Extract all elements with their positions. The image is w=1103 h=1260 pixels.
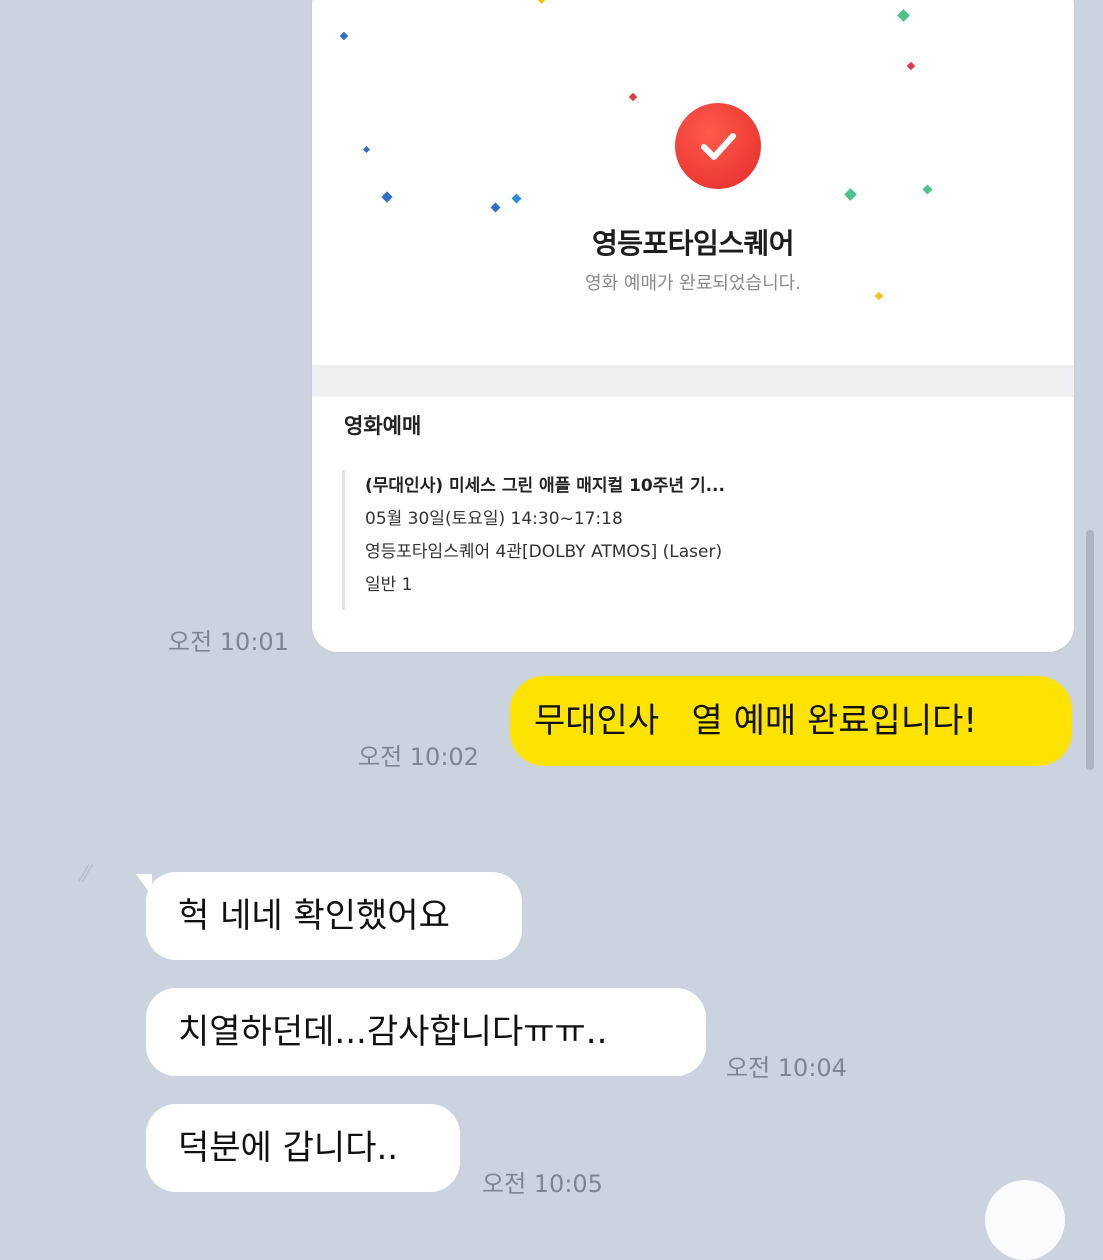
check-circle-icon bbox=[675, 103, 761, 189]
screen-info: 영등포타임스퀘어 4관[DOLBY ATMOS] (Laser) bbox=[365, 542, 723, 562]
show-datetime: 05월 30일(토요일) 14:30~17:18 bbox=[365, 509, 623, 529]
other-message-bubble[interactable]: 헉 네네 확인했어요 bbox=[146, 872, 522, 960]
message-timestamp: 오전 10:02 bbox=[358, 743, 479, 771]
confetti-icon bbox=[362, 145, 371, 154]
message-timestamp: 오전 10:04 bbox=[726, 1054, 847, 1082]
scroll-down-button[interactable] bbox=[985, 1180, 1065, 1260]
confetti-icon bbox=[535, 0, 548, 4]
confetti-icon bbox=[511, 193, 522, 204]
confetti-icon bbox=[490, 202, 501, 213]
confetti-icon bbox=[906, 61, 916, 71]
booking-confirmation-card[interactable]: 영등포타임스퀘어 영화 예매가 완료되었습니다. 영화예매 (무대인사) 미세스… bbox=[312, 0, 1074, 652]
confetti-icon bbox=[381, 191, 393, 203]
card-header: 영등포타임스퀘어 영화 예매가 완료되었습니다. bbox=[312, 0, 1074, 365]
confetti-icon bbox=[922, 184, 933, 195]
other-message-bubble[interactable]: 치열하던데...감사합니다ㅠㅠ.. bbox=[146, 988, 706, 1076]
scrollbar[interactable] bbox=[1086, 530, 1094, 770]
movie-title: (무대인사) 미세스 그린 애플 매지컬 10주년 기... bbox=[365, 476, 725, 496]
booking-complete-message: 영화 예매가 완료되었습니다. bbox=[585, 273, 801, 294]
theater-name: 영등포타임스퀘어 bbox=[591, 227, 795, 260]
section-title: 영화예매 bbox=[344, 414, 422, 438]
other-message-bubble[interactable]: 덕분에 갑니다.. bbox=[146, 1104, 460, 1192]
confetti-icon bbox=[897, 9, 910, 22]
profile-placeholder: ⁄⁄ bbox=[82, 862, 90, 887]
message-timestamp: 오전 10:05 bbox=[482, 1170, 603, 1198]
confetti-icon bbox=[844, 188, 857, 201]
confetti-icon bbox=[339, 31, 349, 41]
booking-details: (무대인사) 미세스 그린 애플 매지컬 10주년 기... 05월 30일(토… bbox=[342, 470, 1042, 610]
confetti-icon bbox=[628, 92, 638, 102]
ticket-count: 일반 1 bbox=[365, 575, 413, 595]
my-message-bubble[interactable]: 무대인사 열 예매 완료입니다! bbox=[510, 676, 1072, 766]
message-timestamp: 오전 10:01 bbox=[168, 628, 289, 656]
card-divider bbox=[312, 365, 1074, 397]
